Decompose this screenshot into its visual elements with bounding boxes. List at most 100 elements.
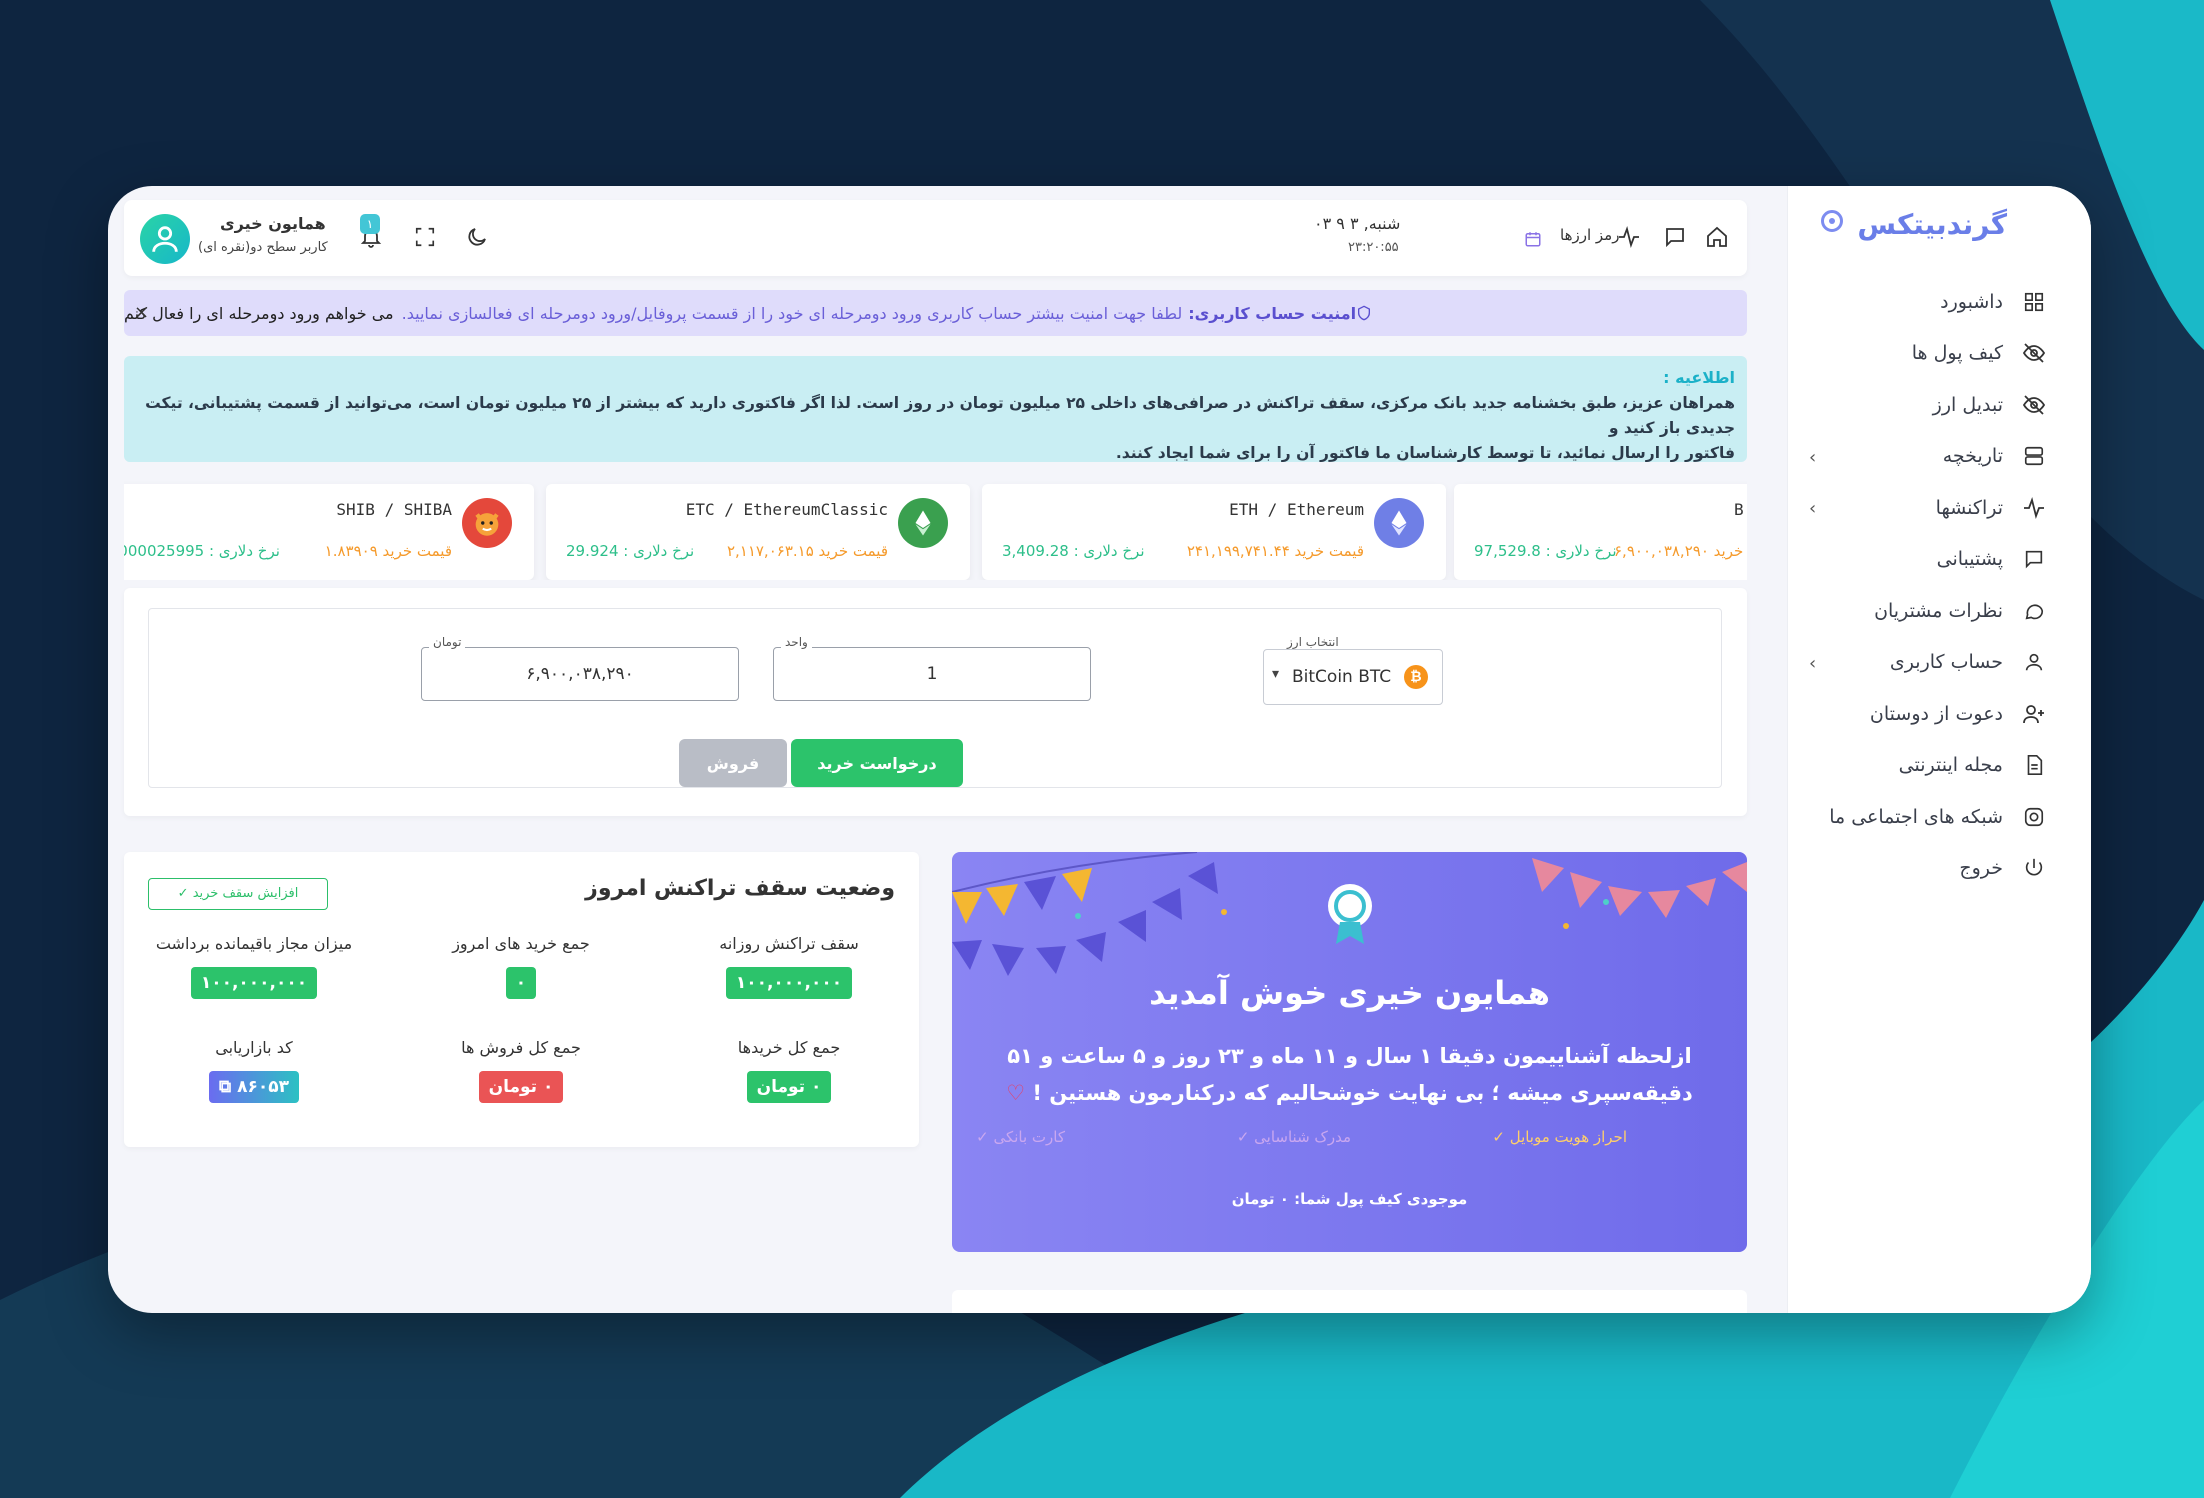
daily-limit: سقف تراکنش روزانه ۱۰۰,۰۰۰,۰۰۰ — [659, 934, 919, 999]
ticker-usd-rate: نرخ دلاری : 97,529.8 — [1474, 542, 1617, 560]
sidebar-item-label: پشتیبانی — [1936, 548, 2003, 571]
sidebar-item[interactable]: ‹ حساب کاربری — [1787, 637, 2091, 689]
security-alert-title: امنیت حساب کاربری: — [1188, 303, 1357, 323]
ticker-card[interactable]: ETC / EthereumClassic قیمت خرید ۲,۱۱۷,۰۶… — [546, 484, 970, 580]
heart-icon: ♡ — [1006, 1081, 1026, 1105]
trade-panel: ۶,۹۰۰,۰۳۸,۲۹۰ تومان 1 واحد ▾ BitCoin BTC… — [124, 588, 1747, 816]
user-plus-icon — [2021, 701, 2047, 727]
sidebar-item-label: حساب کاربری — [1889, 651, 2003, 674]
daily-limit-label: سقف تراکنش روزانه — [719, 934, 859, 953]
sell-button[interactable]: فروش — [679, 739, 787, 787]
sidebar-item[interactable]: ‹ تراکنشها — [1787, 482, 2091, 534]
user-name: همایون خیری — [220, 214, 326, 233]
referral-code-value: ۸۶۰۵۳ — [237, 1077, 289, 1097]
verif-mobile-label: احراز هویت موبایل — [1509, 1128, 1627, 1146]
ticker-strip[interactable]: B قیمت خرید ۶,۹۰۰,۰۳۸,۲۹۰ نرخ دلاری : 97… — [124, 476, 1747, 580]
sidebar-item-label: تبدیل ارز — [1932, 393, 2003, 416]
sidebar-toggle-icon[interactable] — [1821, 210, 1843, 232]
info-alert-line1: همراهان عزیز، طبق بخشنامه جدید بانک مرکز… — [145, 394, 1735, 437]
limits-title: وضعیت سقف تراکنش امروز — [585, 876, 895, 901]
today-purchases: جمع خرید های امروز ۰ — [391, 934, 651, 999]
total-purchases: جمع کل خریدها ۰ تومان — [659, 1038, 919, 1103]
toman-amount-input[interactable]: ۶,۹۰۰,۰۳۸,۲۹۰ — [421, 647, 739, 701]
remaining-limit: میزان مجاز باقیمانده برداشت ۱۰۰,۰۰۰,۰۰۰ — [124, 934, 384, 999]
remaining-limit-value: ۱۰۰,۰۰۰,۰۰۰ — [190, 967, 318, 999]
activity-icon[interactable] — [1614, 222, 1644, 252]
referral-code-copy[interactable]: ۸۶۰۵۳ ⧉ — [209, 1071, 299, 1103]
sidebar-item[interactable]: خروج — [1787, 843, 2091, 895]
wallet-balance: موجودی کیف پول شما: ۰ تومان — [1231, 1190, 1468, 1208]
sidebar-item-label: کیف پول ها — [1911, 342, 2003, 365]
avatar[interactable] — [140, 214, 190, 264]
remaining-limit-label: میزان مجاز باقیمانده برداشت — [155, 934, 353, 953]
sidebar-item[interactable]: پشتیبانی — [1787, 534, 2091, 586]
sidebar: گرندبیتکس داشبورد کیف پول ها تبدیل ارز ‹ تار… — [1787, 186, 2091, 1313]
sidebar-item-label: نظرات مشتریان — [1874, 599, 2003, 622]
verif-id-label: مدرک شناسایی — [1254, 1128, 1351, 1146]
sidebar-item[interactable]: نظرات مشتریان — [1787, 585, 2091, 637]
total-purchases-label: جمع کل خریدها — [737, 1038, 841, 1057]
total-sales: جمع کل فروش ها ۰ تومان — [391, 1038, 651, 1103]
ticker-buy-price: قیمت خرید ۲۴۱,۱۹۹,۷۴۱.۴۴ — [1186, 542, 1364, 560]
sidebar-item[interactable]: ‹ تاریخچه — [1787, 431, 2091, 483]
ticker-card[interactable]: SHIB / SHIBA قیمت خرید ۱.۸۳۹۰۹ نرخ دلاری… — [124, 484, 534, 580]
unit-amount-input[interactable]: 1 — [773, 647, 1091, 701]
referral-code: کد بازاریابی ۸۶۰۵۳ ⧉ — [124, 1038, 384, 1103]
award-icon — [1328, 884, 1372, 944]
message-circle-icon — [2021, 598, 2047, 624]
verif-card-status: کارت بانکی ✓ — [976, 1128, 1065, 1146]
ticker-card[interactable]: ETH / Ethereum قیمت خرید ۲۴۱,۱۹۹,۷۴۱.۴۴ … — [982, 484, 1446, 580]
ticker-usd-rate: نرخ دلاری : 3,409.28 — [1002, 542, 1145, 560]
sidebar-item[interactable]: داشبورد — [1787, 276, 2091, 328]
info-alert-title: اطلاعیه : — [1663, 368, 1735, 387]
notification-badge: ۱ — [360, 214, 380, 234]
increase-limit-button[interactable]: افزایش سقف خرید ✓ — [148, 878, 328, 910]
instagram-icon — [2021, 804, 2047, 830]
maximize-icon — [415, 227, 435, 247]
info-alert-line2: فاکتور را ارسال نمائید، تا توسط کارشناسا… — [1115, 444, 1735, 462]
brand-logo[interactable]: گرندبیتکس — [1857, 208, 2007, 258]
calendar-icon — [1524, 230, 1542, 252]
crypto-rates-link[interactable]: رمز ارزها — [1560, 226, 1619, 244]
top-header: همایون خیری کاربر سطح دو(نقره ای) ۱ شنبه… — [124, 200, 1747, 276]
ticker-pair: B — [1734, 500, 1744, 519]
eye-off-icon — [2021, 392, 2047, 418]
currency-select[interactable]: ▾ BitCoin BTC ₿ — [1263, 649, 1443, 705]
chevron-left-icon: ‹ — [1809, 446, 1817, 468]
next-card-stub — [952, 1290, 1747, 1313]
buy-request-button[interactable]: درخواست خرید — [791, 739, 963, 787]
message-square-icon — [2021, 546, 2047, 572]
sidebar-nav: داشبورد کیف پول ها تبدیل ارز ‹ تاریخچه ‹ تراکن… — [1787, 276, 2091, 894]
grid-icon — [2021, 289, 2047, 315]
ticker-usd-rate: نرخ دلاری : 0.000025995 — [124, 542, 280, 560]
ticker-usd-rate: نرخ دلاری : 29.924 — [566, 542, 695, 560]
sidebar-item[interactable]: تبدیل ارز — [1787, 379, 2091, 431]
header-date: شنبه, ۳ ۹ ۰۳ — [1314, 214, 1401, 233]
total-sales-label: جمع کل فروش ها — [461, 1038, 581, 1057]
sidebar-item[interactable]: مجله اینترنتی — [1787, 740, 2091, 792]
trade-form: ۶,۹۰۰,۰۳۸,۲۹۰ تومان 1 واحد ▾ BitCoin BTC… — [148, 608, 1722, 788]
home-button[interactable] — [1702, 222, 1732, 252]
welcome-message-text: ازلحظه آشناییمون دقیقا ۱ سال و ۱۱ ماه و … — [1007, 1044, 1693, 1105]
shiba-icon — [462, 498, 512, 548]
user-icon — [152, 226, 178, 252]
ticker-card[interactable]: B قیمت خرید ۶,۹۰۰,۰۳۸,۲۹۰ نرخ دلاری : 97… — [1454, 484, 1747, 580]
sidebar-item[interactable]: کیف پول ها — [1787, 328, 2091, 380]
ticker-buy-price: قیمت خرید ۱.۸۳۹۰۹ — [324, 542, 452, 560]
dark-mode-toggle[interactable] — [462, 222, 492, 252]
message-square-icon — [1666, 228, 1684, 248]
app-window: گرندبیتکس داشبورد کیف پول ها تبدیل ارز ‹ تار… — [108, 186, 2091, 1313]
security-alert-text: لطفا جهت امنیت بیشتر حساب کاربری ورود دو… — [401, 303, 1183, 323]
enable-2fa-link[interactable]: می خواهم ورود دومرحله ای را فعال کنم — [124, 304, 394, 323]
sidebar-item[interactable]: شبکه های اجتماعی ما — [1787, 791, 2091, 843]
toman-amount-label: تومان — [429, 635, 466, 649]
increase-limit-label: افزایش سقف خرید — [192, 886, 299, 901]
copy-icon: ⧉ — [219, 1077, 232, 1097]
today-purchases-label: جمع خرید های امروز — [452, 934, 590, 953]
fullscreen-button[interactable] — [410, 222, 440, 252]
sidebar-item[interactable]: دعوت از دوستان — [1787, 688, 2091, 740]
bitcoin-icon: ₿ — [1404, 665, 1428, 689]
close-icon[interactable]: × — [134, 302, 149, 323]
daily-limit-value: ۱۰۰,۰۰۰,۰۰۰ — [725, 967, 853, 999]
messages-button[interactable] — [1660, 222, 1690, 252]
